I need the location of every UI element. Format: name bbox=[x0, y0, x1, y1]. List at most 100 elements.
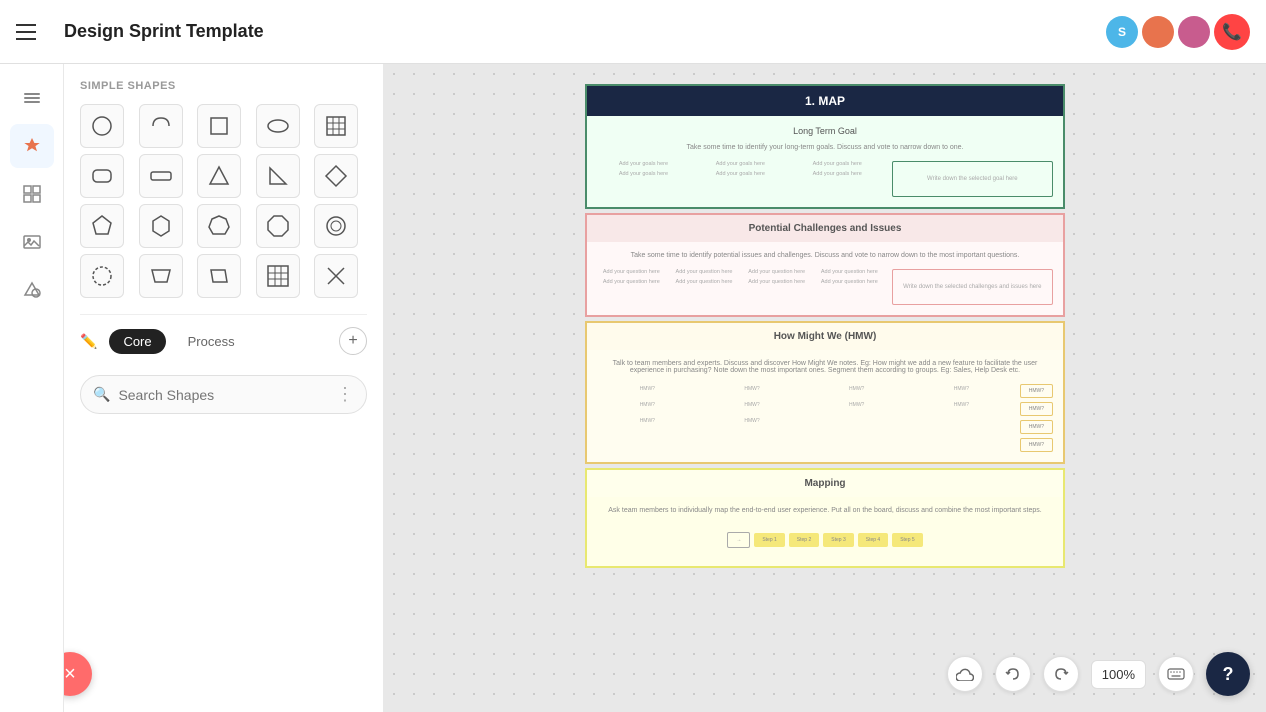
shapes-section-title: SIMPLE SHAPES bbox=[80, 80, 367, 92]
shape-hexagon[interactable] bbox=[139, 204, 183, 248]
canvas-content: 1. MAP Long Term Goal Take some time to … bbox=[585, 84, 1065, 692]
q-cell-4: Add your question here bbox=[815, 269, 884, 275]
hmw-cell-12 bbox=[911, 416, 1012, 426]
tab-add-button[interactable]: + bbox=[339, 327, 367, 355]
zoom-label[interactable]: 100% bbox=[1091, 660, 1146, 689]
goal-cell-6: Add your goals here bbox=[791, 171, 884, 177]
shape-grid[interactable] bbox=[256, 254, 300, 298]
shape-triangle[interactable] bbox=[197, 154, 241, 198]
search-input[interactable] bbox=[118, 387, 328, 403]
canvas-area[interactable]: 1. MAP Long Term Goal Take some time to … bbox=[384, 64, 1266, 712]
shape-circle3[interactable] bbox=[80, 254, 124, 298]
section-map[interactable]: 1. MAP Long Term Goal Take some time to … bbox=[585, 84, 1065, 209]
hmw-header: How Might We (HMW) bbox=[587, 323, 1063, 350]
undo-button[interactable] bbox=[995, 656, 1031, 692]
shape-arc[interactable] bbox=[139, 104, 183, 148]
q-cell-3: Add your question here bbox=[742, 269, 811, 275]
shape-square[interactable] bbox=[197, 104, 241, 148]
flow-step-3: Step 3 bbox=[823, 533, 853, 547]
mapping-desc: Ask team members to individually map the… bbox=[597, 507, 1053, 514]
goal-cell-2: Add your goals here bbox=[694, 161, 787, 167]
shape-trapezoid[interactable] bbox=[139, 254, 183, 298]
call-button[interactable]: 📞 bbox=[1214, 14, 1250, 50]
menu-button[interactable] bbox=[16, 16, 48, 48]
section-hmw[interactable]: How Might We (HMW) Talk to team members … bbox=[585, 321, 1065, 464]
hmw-cell-11 bbox=[806, 416, 907, 426]
section-mapping[interactable]: Mapping Ask team members to individually… bbox=[585, 468, 1065, 568]
goal-cell-4: Add your goals here bbox=[597, 171, 690, 177]
avatar-group: S 📞 bbox=[1106, 14, 1250, 50]
search-bar[interactable]: 🔍 ⋮ bbox=[80, 375, 367, 414]
hmw-cell-6: HMW? bbox=[702, 400, 803, 410]
shape-ellipse[interactable] bbox=[256, 104, 300, 148]
cloud-button[interactable] bbox=[947, 656, 983, 692]
mapping-body: Ask team members to individually map the… bbox=[587, 497, 1063, 566]
hmw-btn-2[interactable]: HMW? bbox=[1020, 402, 1053, 416]
sidebar-star-icon[interactable] bbox=[10, 124, 54, 168]
main-layout: SIMPLE SHAPES bbox=[0, 64, 1266, 712]
search-more-icon[interactable]: ⋮ bbox=[336, 384, 354, 405]
bottom-bar: 100% ? bbox=[947, 652, 1250, 696]
hmw-btn-4[interactable]: HMW? bbox=[1020, 438, 1053, 452]
page-title: Design Sprint Template bbox=[64, 21, 1090, 42]
flow-step-5: Step 5 bbox=[892, 533, 922, 547]
shape-wide-rect[interactable] bbox=[139, 154, 183, 198]
shape-rounded-rect[interactable] bbox=[80, 154, 124, 198]
mapping-flow: → Step 1 Step 2 Step 3 Step 4 Step 5 bbox=[597, 524, 1053, 556]
map-body: Long Term Goal Take some time to identif… bbox=[587, 116, 1063, 207]
hmw-desc: Talk to team members and experts. Discus… bbox=[597, 360, 1053, 374]
q-cell-5: Add your question here bbox=[597, 279, 666, 285]
hmw-cell-1: HMW? bbox=[597, 384, 698, 394]
flow-arrow: → bbox=[727, 532, 750, 548]
shape-parallelogram[interactable] bbox=[197, 254, 241, 298]
shapes-grid bbox=[80, 104, 367, 298]
flow-step-4: Step 4 bbox=[858, 533, 888, 547]
shape-octagon[interactable] bbox=[256, 204, 300, 248]
sidebar-menu-icon[interactable] bbox=[10, 76, 54, 120]
tab-core[interactable]: Core bbox=[109, 329, 165, 354]
section-challenges[interactable]: Potential Challenges and Issues Take som… bbox=[585, 213, 1065, 317]
hmw-btn-1[interactable]: HMW? bbox=[1020, 384, 1053, 398]
sidebar-image-icon[interactable] bbox=[10, 220, 54, 264]
shape-circle[interactable] bbox=[80, 104, 124, 148]
q-cell-6: Add your question here bbox=[670, 279, 739, 285]
shape-right-triangle[interactable] bbox=[256, 154, 300, 198]
header: Design Sprint Template S 📞 bbox=[0, 0, 1266, 64]
challenges-selected-box[interactable]: Write down the selected challenges and i… bbox=[892, 269, 1053, 305]
map-header: 1. MAP bbox=[587, 86, 1063, 116]
keyboard-button[interactable] bbox=[1158, 656, 1194, 692]
hmw-cell-10: HMW? bbox=[702, 416, 803, 426]
goal-cell-5: Add your goals here bbox=[694, 171, 787, 177]
sidebar-frame-icon[interactable] bbox=[10, 172, 54, 216]
shape-cross[interactable] bbox=[314, 254, 358, 298]
goal-cell-1: Add your goals here bbox=[597, 161, 690, 167]
sidebar-shape-icon[interactable] bbox=[10, 268, 54, 312]
challenges-desc: Take some time to identify potential iss… bbox=[597, 252, 1053, 259]
shape-heptagon[interactable] bbox=[197, 204, 241, 248]
shapes-tabs: ✏️ Core Process + bbox=[80, 314, 367, 355]
q-cell-8: Add your question here bbox=[815, 279, 884, 285]
redo-button[interactable] bbox=[1043, 656, 1079, 692]
map-desc: Take some time to identify your long-ter… bbox=[597, 144, 1053, 151]
goal-selected-box[interactable]: Write down the selected goal here bbox=[892, 161, 1053, 197]
help-button[interactable]: ? bbox=[1206, 652, 1250, 696]
hmw-cell-3: HMW? bbox=[806, 384, 907, 394]
q-cell-1: Add your question here bbox=[597, 269, 666, 275]
flow-step-1: Step 1 bbox=[754, 533, 784, 547]
avatar-s[interactable]: S bbox=[1106, 16, 1138, 48]
shape-diamond[interactable] bbox=[314, 154, 358, 198]
shape-circle2[interactable] bbox=[314, 204, 358, 248]
hmw-body: Talk to team members and experts. Discus… bbox=[587, 350, 1063, 462]
mapping-header: Mapping bbox=[587, 470, 1063, 497]
shape-table[interactable] bbox=[314, 104, 358, 148]
shapes-panel: SIMPLE SHAPES bbox=[64, 64, 384, 712]
avatar-p[interactable] bbox=[1142, 16, 1174, 48]
shape-pentagon[interactable] bbox=[80, 204, 124, 248]
hmw-cell-8: HMW? bbox=[911, 400, 1012, 410]
tab-process[interactable]: Process bbox=[174, 329, 249, 354]
avatar-g[interactable] bbox=[1178, 16, 1210, 48]
hmw-cell-4: HMW? bbox=[911, 384, 1012, 394]
hmw-btn-3[interactable]: HMW? bbox=[1020, 420, 1053, 434]
q-cell-7: Add your question here bbox=[742, 279, 811, 285]
flow-step-2: Step 2 bbox=[789, 533, 819, 547]
